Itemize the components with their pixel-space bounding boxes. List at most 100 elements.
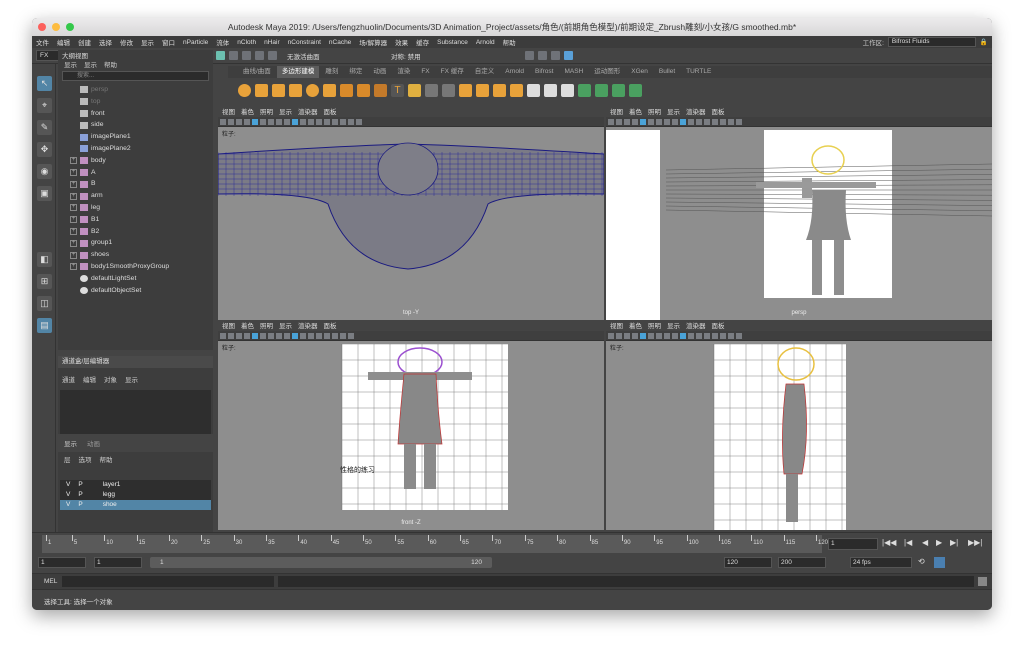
- rotate-tool-icon[interactable]: ◉: [37, 164, 52, 179]
- menu-item[interactable]: nCache: [329, 39, 351, 46]
- viewport-menu-item[interactable]: 着色: [629, 322, 642, 331]
- expand-icon[interactable]: +: [70, 157, 77, 165]
- menu-item[interactable]: Substance: [437, 39, 468, 46]
- layer-row[interactable]: V Player1: [60, 480, 211, 490]
- current-frame-field[interactable]: 1: [828, 538, 878, 550]
- menu-item[interactable]: 帮助: [503, 37, 516, 47]
- layer-p[interactable]: P: [78, 490, 82, 500]
- quad-draw-icon[interactable]: [561, 83, 574, 97]
- menu-item[interactable]: nCloth: [237, 39, 256, 46]
- menu-item[interactable]: nHair: [264, 39, 280, 46]
- time-slider[interactable]: 1 5 10 15 20 25 30 35 40 45 50 55 60 65 70 75 80 85 90 95 10…: [32, 532, 992, 554]
- viewport-persp[interactable]: 视图 着色 照明 显示 渲染器 面板 persp: [606, 108, 992, 320]
- outliner-item[interactable]: + arm: [70, 190, 213, 202]
- expand-icon[interactable]: +: [70, 168, 77, 176]
- outliner-item[interactable]: + A: [70, 167, 213, 179]
- menu-item[interactable]: 编辑: [57, 37, 70, 47]
- outliner-item[interactable]: defaultLightSet: [70, 273, 213, 285]
- shelf-tab[interactable]: 动画: [368, 66, 391, 78]
- minimize-button[interactable]: [52, 23, 60, 31]
- play-forward-icon[interactable]: ▶: [936, 538, 942, 547]
- expand-icon[interactable]: +: [70, 204, 77, 212]
- menu-item[interactable]: nParticle: [183, 39, 208, 46]
- lasso-tool-icon[interactable]: ⌖: [37, 98, 52, 113]
- outliner-item[interactable]: top: [70, 96, 213, 108]
- cylinder-icon[interactable]: [272, 83, 285, 97]
- plane-icon[interactable]: [323, 83, 336, 97]
- disc-icon[interactable]: [340, 83, 353, 97]
- layer-row[interactable]: V Plegg: [60, 490, 211, 500]
- sphere-icon[interactable]: [238, 83, 251, 97]
- expand-icon[interactable]: +: [70, 251, 77, 259]
- viewport-menu-item[interactable]: 渲染器: [686, 322, 706, 331]
- outliner-item[interactable]: + B2: [70, 226, 213, 238]
- cb-menu-display[interactable]: 显示: [125, 374, 138, 384]
- layer-v[interactable]: V: [66, 490, 70, 500]
- target-weld-icon[interactable]: [544, 83, 557, 97]
- cone-icon[interactable]: [289, 83, 302, 97]
- bridge-icon[interactable]: [493, 83, 506, 97]
- layer-v[interactable]: V: [66, 500, 70, 510]
- uv-unfold-icon[interactable]: [629, 83, 642, 97]
- layer-menu-options[interactable]: 选项: [79, 454, 92, 464]
- render-settings-icon[interactable]: [268, 51, 277, 60]
- layer-p[interactable]: P: [78, 500, 82, 510]
- layer-p[interactable]: P: [78, 480, 82, 490]
- viewport-menu-item[interactable]: 面板: [712, 322, 725, 331]
- bevel-icon[interactable]: [476, 83, 489, 97]
- viewport-menu-item[interactable]: 视图: [222, 322, 235, 331]
- outliner-item[interactable]: + group1: [70, 237, 213, 249]
- shelf-tab[interactable]: 雕刻: [320, 66, 343, 78]
- outliner-menu-show[interactable]: 显示: [84, 59, 97, 69]
- viewport-menu-item[interactable]: 着色: [241, 108, 254, 117]
- viewport-front[interactable]: 视图 着色 照明 显示 渲染器 面板 粒子: 性格的练习 front -Z: [218, 322, 604, 530]
- viewport-menu-item[interactable]: 着色: [629, 108, 642, 117]
- outliner-item[interactable]: persp: [70, 84, 213, 96]
- outliner-item[interactable]: + B: [70, 178, 213, 190]
- viewport-top[interactable]: 视图 着色 照明 显示 渲染器 面板 粒子: top -Y: [218, 108, 604, 320]
- smooth-icon[interactable]: [459, 83, 472, 97]
- two-view-icon[interactable]: ◫: [37, 296, 52, 311]
- outliner-menu-display[interactable]: 显示: [64, 59, 77, 69]
- expand-icon[interactable]: +: [70, 192, 77, 200]
- viewport-menu-item[interactable]: 渲染器: [686, 108, 706, 117]
- layer-menu-help[interactable]: 帮助: [100, 454, 113, 464]
- time-ruler[interactable]: 1 5 10 15 20 25 30 35 40 45 50 55 60 65 70 75 80 85 90 95 10…: [42, 535, 828, 553]
- layout-icon[interactable]: ▤: [37, 318, 52, 333]
- render-icon[interactable]: [242, 51, 251, 60]
- viewport-menu-item[interactable]: 显示: [279, 322, 292, 331]
- combine-icon[interactable]: [425, 83, 438, 97]
- render-view-icon[interactable]: [525, 51, 534, 60]
- expand-icon[interactable]: +: [70, 263, 77, 271]
- multi-cut-icon[interactable]: [527, 83, 540, 97]
- viewport-menu-item[interactable]: 视图: [610, 322, 623, 331]
- shelf-tab[interactable]: 渲染: [392, 66, 415, 78]
- viewport-menu-item[interactable]: 显示: [279, 108, 292, 117]
- shelf-tab[interactable]: Bifrost: [530, 66, 558, 78]
- viewport-menu-item[interactable]: 显示: [667, 108, 680, 117]
- extrude-icon[interactable]: [510, 83, 523, 97]
- select-tool-icon[interactable]: ↖: [37, 76, 52, 91]
- menu-item[interactable]: 创建: [78, 37, 91, 47]
- viewport-menu-item[interactable]: 面板: [712, 108, 725, 117]
- outliner-item[interactable]: imagePlane1: [70, 131, 213, 143]
- layer-v[interactable]: V: [66, 480, 70, 490]
- viewport-menu-item[interactable]: 面板: [324, 108, 337, 117]
- outliner-item[interactable]: + B1: [70, 214, 213, 226]
- script-editor-icon[interactable]: [978, 577, 987, 586]
- loop-icon[interactable]: ⟲: [918, 557, 925, 566]
- shelf-tab[interactable]: Arnold: [500, 66, 529, 78]
- viewport-menu-item[interactable]: 视图: [610, 108, 623, 117]
- symmetry-label[interactable]: 对称: 禁用: [391, 51, 461, 61]
- anim-start-field[interactable]: 1: [38, 557, 86, 568]
- menu-item[interactable]: 窗口: [162, 37, 175, 47]
- shelf-tab[interactable]: MASH: [559, 66, 588, 78]
- viewport-menu-item[interactable]: 照明: [648, 322, 661, 331]
- step-forward-icon[interactable]: ▶|: [950, 538, 958, 547]
- playback-start-field[interactable]: 1: [94, 557, 142, 568]
- viewport-menu-item[interactable]: 视图: [222, 108, 235, 117]
- expand-icon[interactable]: +: [70, 180, 77, 188]
- menu-item[interactable]: Arnold: [476, 39, 495, 46]
- mel-label[interactable]: MEL: [44, 578, 57, 585]
- shelf-tab[interactable]: Bullet: [654, 66, 680, 78]
